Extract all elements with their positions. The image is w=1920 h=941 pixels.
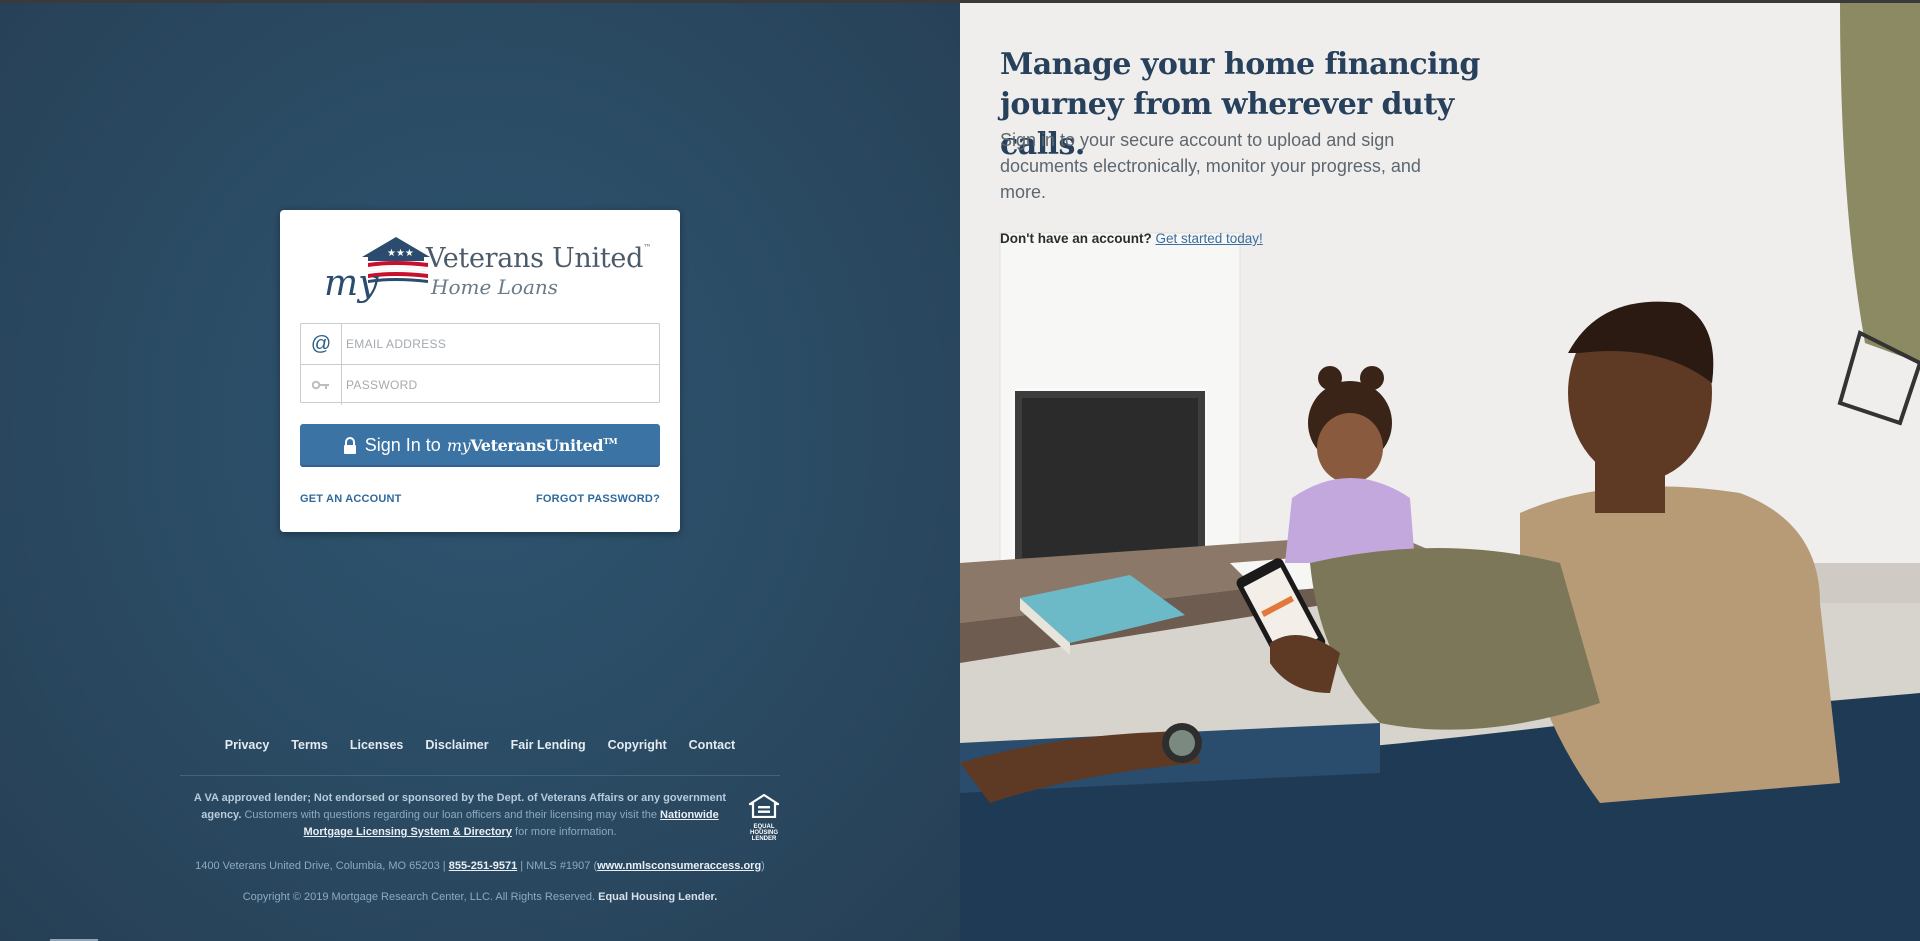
footer-link-contact[interactable]: Contact bbox=[689, 738, 736, 752]
at-sign-icon: @ bbox=[310, 332, 332, 355]
logo-brand-text: Veterans United™ bbox=[426, 243, 651, 274]
footer-link-disclaimer[interactable]: Disclaimer bbox=[425, 738, 488, 752]
password-input[interactable] bbox=[342, 365, 659, 404]
footer-link-privacy[interactable]: Privacy bbox=[225, 738, 269, 752]
signup-prompt: Don't have an account? Get started today… bbox=[1000, 231, 1263, 246]
logo-subtitle: Home Loans bbox=[431, 275, 559, 299]
phone-link[interactable]: 855-251-9571 bbox=[449, 860, 518, 872]
footer-link-copyright[interactable]: Copyright bbox=[608, 738, 667, 752]
login-card: ★★★ my Veterans United™ Home Loans @ EMA… bbox=[280, 210, 680, 532]
lender-disclaimer: A VA approved lender; Not endorsed or sp… bbox=[193, 792, 727, 838]
hero-panel: Manage your home financing journey from … bbox=[960, 3, 1920, 941]
company-address: 1400 Veterans United Drive, Columbia, MO… bbox=[195, 860, 765, 872]
hero-subtext: Sign in to your secure account to upload… bbox=[1000, 130, 1421, 202]
veterans-united-logo[interactable]: ★★★ my Veterans United™ Home Loans bbox=[324, 235, 651, 310]
nmls-consumer-access-link[interactable]: www.nmlsconsumeraccess.org bbox=[597, 860, 761, 872]
copyright-notice: Copyright © 2019 Mortgage Research Cente… bbox=[242, 891, 718, 903]
get-account-link[interactable]: GET AN ACCOUNT bbox=[300, 493, 402, 505]
get-started-link[interactable]: Get started today! bbox=[1156, 231, 1263, 246]
sign-in-button[interactable]: Sign In to myVeteransUnitedTM bbox=[300, 424, 660, 467]
footer-divider bbox=[180, 775, 780, 776]
credentials-group: @ bbox=[300, 323, 660, 405]
email-input[interactable] bbox=[342, 325, 659, 363]
lock-icon bbox=[343, 436, 357, 455]
footer-link-fair-lending[interactable]: Fair Lending bbox=[511, 738, 586, 752]
email-row: @ bbox=[301, 324, 659, 364]
footer-link-terms[interactable]: Terms bbox=[291, 738, 328, 752]
sign-in-brand: myVeteransUnitedTM bbox=[446, 436, 618, 455]
svg-text:★★★: ★★★ bbox=[387, 248, 414, 259]
footer-nav: Privacy Terms Licenses Disclaimer Fair L… bbox=[0, 738, 960, 752]
signup-prompt-text: Don't have an account? bbox=[1000, 231, 1152, 246]
footer-link-licenses[interactable]: Licenses bbox=[350, 738, 404, 752]
sign-in-label: Sign In to bbox=[364, 435, 441, 455]
forgot-password-link[interactable]: FORGOT PASSWORD? bbox=[536, 493, 660, 505]
password-row bbox=[301, 364, 659, 405]
key-icon bbox=[301, 380, 341, 390]
card-links: GET AN ACCOUNT FORGOT PASSWORD? bbox=[300, 493, 660, 505]
equal-housing-lender-icon: EQUAL HOUSING LENDER bbox=[745, 793, 783, 842]
login-panel: ★★★ my Veterans United™ Home Loans @ EMA… bbox=[0, 3, 960, 941]
logo-my-text: my bbox=[324, 263, 379, 304]
